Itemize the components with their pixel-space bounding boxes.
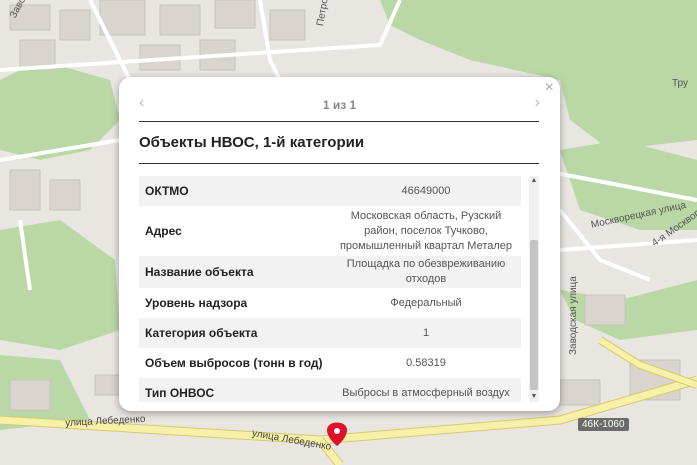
- attribute-name: Объем выбросов (тонн в год): [145, 356, 323, 370]
- attribute-value: Выбросы в атмосферный воздух: [342, 386, 510, 399]
- scrollbar-thumb[interactable]: [530, 240, 538, 390]
- scroll-down-arrow-icon[interactable]: ▼: [529, 392, 539, 402]
- map-street-label: Тру: [672, 78, 688, 89]
- attribute-value: 1: [422, 326, 430, 339]
- feature-info-popup: × ‹ 1 из 1 › Объекты НВОС, 1-й категории…: [119, 77, 560, 411]
- table-row: Название объекта Площадка по обезврежива…: [139, 256, 521, 288]
- attribute-name: Категория объекта: [145, 326, 258, 340]
- table-row: Адрес Московская область, Рузский район,…: [139, 206, 521, 256]
- attribute-value: Федеральный: [390, 296, 462, 309]
- feature-pager: 1 из 1: [322, 98, 357, 112]
- scroll-up-arrow-icon[interactable]: ▲: [529, 176, 539, 186]
- close-icon[interactable]: ×: [545, 80, 554, 96]
- table-scrollbar[interactable]: ▲ ▼: [529, 176, 539, 402]
- attribute-name: Адрес: [145, 224, 182, 238]
- popup-title: Объекты НВОС, 1-й категории: [139, 134, 365, 151]
- next-feature-button[interactable]: ›: [535, 94, 540, 112]
- attribute-value: 46649000: [401, 184, 451, 197]
- road-number-badge: 46К-1060: [578, 418, 629, 431]
- attribute-name: Тип ОНВОС: [145, 386, 215, 400]
- table-row: Тип ОНВОС Выбросы в атмосферный воздух: [139, 378, 521, 402]
- table-row: ОКТМО 46649000: [139, 176, 521, 206]
- table-row: Уровень надзора Федеральный: [139, 288, 521, 318]
- table-row: Категория объекта 1: [139, 318, 521, 348]
- divider: [139, 121, 539, 122]
- table-row: Объем выбросов (тонн в год) 0.58319: [139, 348, 521, 378]
- attribute-name: ОКТМО: [145, 184, 189, 198]
- attribute-name: Уровень надзора: [145, 296, 248, 310]
- divider: [139, 163, 539, 164]
- attributes-table[interactable]: ОКТМО 46649000 Адрес Московская область,…: [139, 176, 529, 402]
- attribute-value: Площадка по обезвреживанию отходов: [346, 258, 506, 285]
- map-street-label: Заводская улица: [568, 276, 579, 355]
- attribute-value: Московская область, Рузский район, посел…: [339, 209, 513, 252]
- attribute-name: Название объекта: [145, 265, 254, 279]
- attribute-value: 0.58319: [406, 356, 446, 369]
